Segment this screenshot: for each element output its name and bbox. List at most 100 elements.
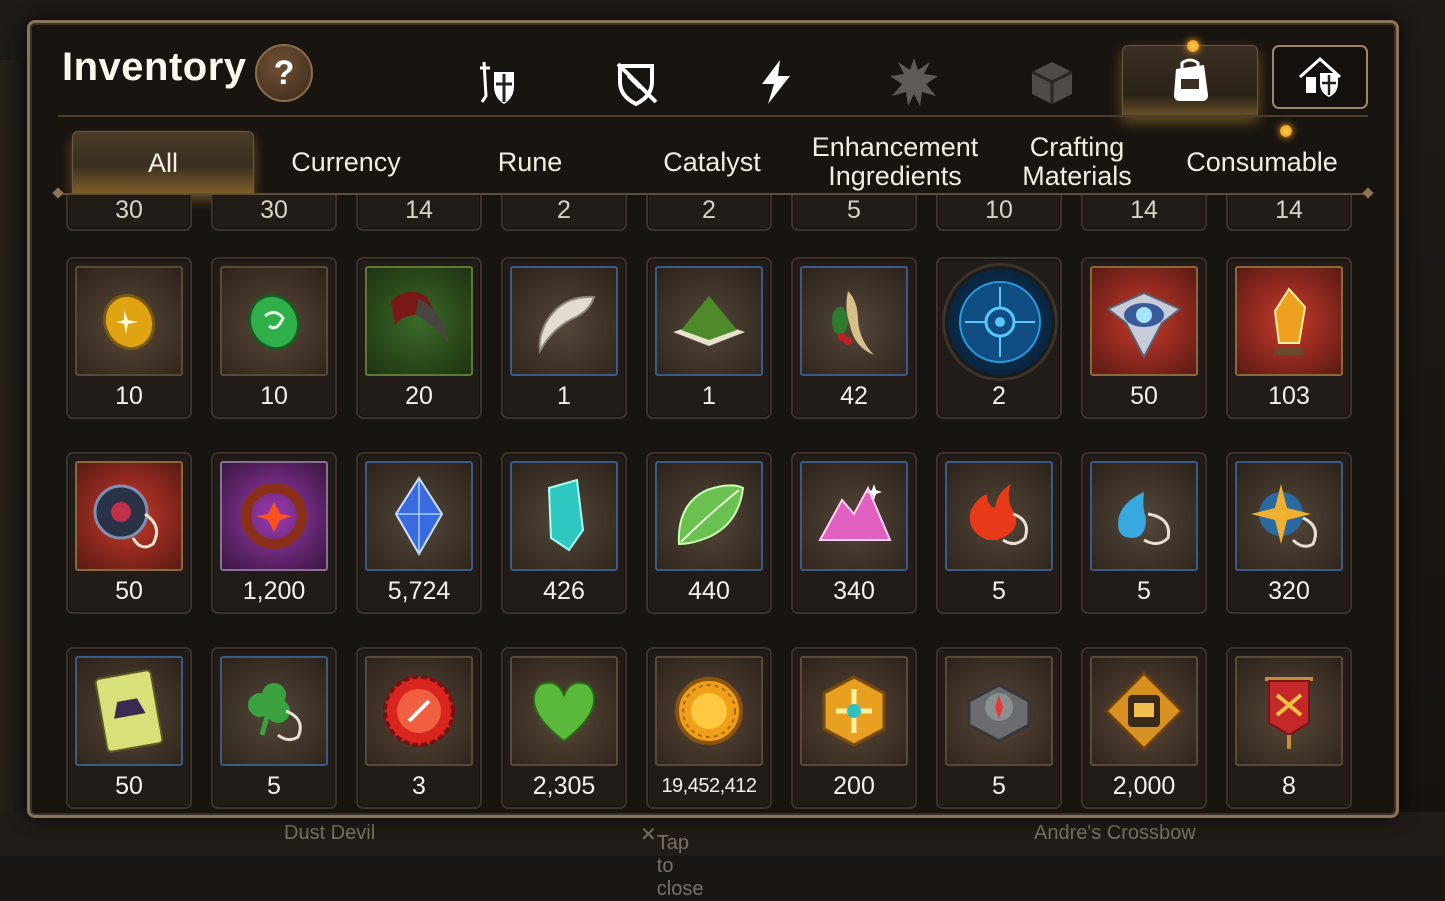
inventory-slot[interactable]: 1,200 [211,452,337,614]
inventory-slot[interactable]: 42 [791,257,917,419]
tap-to-close-hint[interactable]: ✕ Tap to close [640,822,703,900]
inventory-slot[interactable]: 19,452,412 [646,647,772,809]
fire-pendant-icon [945,461,1053,571]
item-count: 2,000 [1112,772,1176,800]
inventory-slot[interactable]: 426 [501,452,627,614]
inventory-slot[interactable]: 10 [936,195,1062,231]
inventory-panel: Inventory ? All Currency Rune Catalyst E… [27,20,1399,818]
category-house-shield[interactable] [1272,45,1368,109]
help-button[interactable]: ? [255,44,313,102]
category-knight-shield[interactable] [460,51,532,113]
item-count: 1,200 [242,577,306,605]
green-leaf-icon [655,461,763,571]
tab-rune[interactable]: Rune [440,131,620,193]
amber-gem-icon [75,266,183,376]
inventory-slot[interactable]: 5 [791,195,917,231]
item-count: 5 [847,196,861,224]
teal-crystal-icon [510,461,618,571]
item-count: 340 [833,577,875,605]
item-count: 440 [688,577,730,605]
inventory-slot[interactable]: 5,724 [356,452,482,614]
panel-title: Inventory [62,45,247,89]
tab-crafting-materials[interactable]: Crafting Materials [1012,131,1142,193]
inventory-slot[interactable]: 1 [646,257,772,419]
inventory-slot[interactable]: 30 [66,195,192,231]
house-shield-icon [1298,56,1342,97]
fist-emblem-icon [1090,656,1198,766]
blue-rune-disc-icon [945,266,1055,378]
notification-dot [1280,125,1292,137]
red-bottlecap-icon [365,656,473,766]
inventory-slot[interactable]: 2 [646,195,772,231]
item-count: 2 [992,382,1006,410]
inventory-slot[interactable]: 2,000 [1081,647,1207,809]
red-flower-ring-icon [220,461,328,571]
inventory-slot[interactable]: 8 [1226,647,1352,809]
tab-all[interactable]: All [72,131,254,194]
inventory-slot[interactable]: 50 [66,452,192,614]
green-mound-icon [655,266,763,376]
category-cube[interactable] [1016,51,1088,113]
inventory-slot[interactable]: 320 [1226,452,1352,614]
frame-corner [1380,23,1396,39]
item-count: 20 [405,382,433,410]
green-gem-icon [220,266,328,376]
item-count: 14 [1130,196,1158,224]
item-count: 5 [267,772,281,800]
item-count: 5 [992,577,1006,605]
knight-shield-icon [480,61,514,104]
tab-label: All [147,147,178,178]
frame-corner [30,23,46,39]
item-count: 10 [260,382,288,410]
root-herb-icon [800,266,908,376]
inventory-slot[interactable]: 340 [791,452,917,614]
inventory-slot[interactable]: 103 [1226,257,1352,419]
inventory-slot[interactable]: 30 [211,195,337,231]
inventory-slot[interactable]: 50 [66,647,192,809]
inventory-slot[interactable]: 2 [936,257,1062,419]
item-count: 30 [260,196,288,224]
tab-catalyst[interactable]: Catalyst [622,131,802,193]
inventory-slot[interactable]: 5 [936,452,1062,614]
gold-hex-emblem-icon [800,656,908,766]
item-count: 50 [1130,382,1158,410]
inventory-slot[interactable]: 14 [356,195,482,231]
broken-shield-icon [616,62,658,107]
inventory-slot[interactable]: 2 [501,195,627,231]
inventory-slot[interactable]: 10 [66,257,192,419]
tab-label: Consumable [1186,146,1338,177]
item-count: 320 [1268,577,1310,605]
amber-crystal-icon [1235,266,1343,376]
burst-emblem-icon [890,58,938,106]
inventory-slot[interactable]: 5 [1081,452,1207,614]
category-broken-shield[interactable] [600,51,672,113]
inventory-slot[interactable]: 440 [646,452,772,614]
dark-ring-pendant-icon [75,461,183,571]
item-count: 14 [1275,196,1303,224]
inventory-slot[interactable]: 5 [936,647,1062,809]
tab-consumable[interactable]: Consumable [1172,125,1352,193]
inventory-slot[interactable]: 14 [1081,195,1207,231]
inventory-slot[interactable]: 2,305 [501,647,627,809]
category-burst-emblem[interactable] [878,51,950,113]
tab-currency[interactable]: Currency [256,131,436,193]
item-count: 1 [557,382,571,410]
item-count: 5 [992,772,1006,800]
item-count: 14 [405,196,433,224]
item-count: 30 [115,196,143,224]
inventory-slot[interactable]: 20 [356,257,482,419]
inventory-slot[interactable]: 1 [501,257,627,419]
tab-label: Enhancement Ingredients [811,132,979,191]
inventory-slot[interactable]: 5 [211,647,337,809]
inventory-slot[interactable]: 14 [1226,195,1352,231]
tab-enhancement-ingredients[interactable]: Enhancement Ingredients [810,131,980,193]
category-backpack[interactable] [1122,40,1258,116]
inventory-slot[interactable]: 3 [356,647,482,809]
inventory-slot[interactable]: 200 [791,647,917,809]
tab-label: Currency [291,146,401,177]
inventory-slot[interactable]: 10 [211,257,337,419]
category-lightning[interactable] [740,51,812,113]
inventory-slot[interactable]: 50 [1081,257,1207,419]
inventory-grid[interactable]: 30 30 14 2 2 5 10 14 14 10 10 20 1 1 42 … [30,195,1396,815]
bg-item-name-left: Dust Devil [284,822,376,844]
